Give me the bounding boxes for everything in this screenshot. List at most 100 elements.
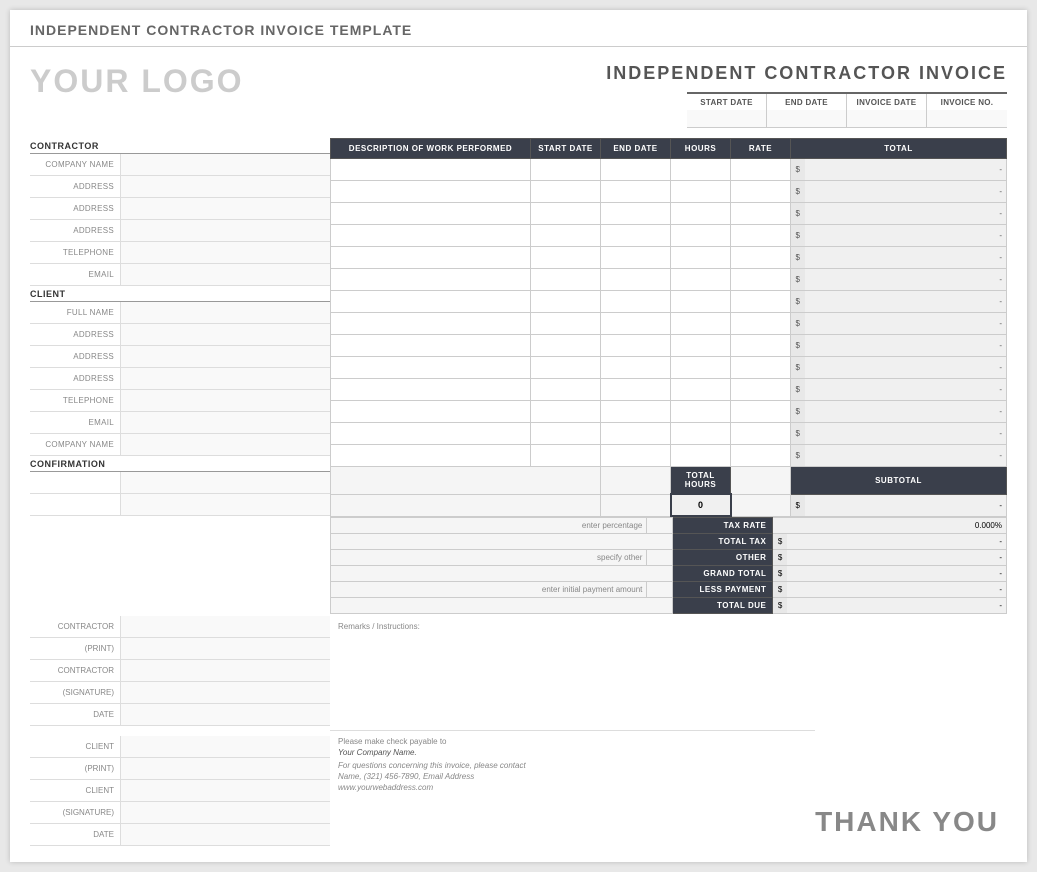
row-total-cell[interactable]: - [805, 203, 1007, 225]
desc-cell[interactable] [331, 445, 531, 467]
row-start-cell[interactable] [531, 401, 601, 423]
row-start-cell[interactable] [531, 225, 601, 247]
row-end-cell[interactable] [601, 225, 671, 247]
row-rate-cell[interactable] [731, 313, 791, 335]
conf-contractor-date-value[interactable] [120, 704, 330, 725]
conf-contractor-value[interactable] [120, 616, 330, 637]
conf-client-date-value[interactable] [120, 824, 330, 845]
row-rate-cell[interactable] [731, 291, 791, 313]
row-start-cell[interactable] [531, 379, 601, 401]
row-end-cell[interactable] [601, 247, 671, 269]
conf-contractor-sig-value[interactable] [120, 682, 330, 703]
desc-cell[interactable] [331, 247, 531, 269]
desc-cell[interactable] [331, 357, 531, 379]
client-telephone-input[interactable] [120, 390, 330, 411]
row-end-cell[interactable] [601, 357, 671, 379]
row-rate-cell[interactable] [731, 357, 791, 379]
desc-cell[interactable] [331, 401, 531, 423]
row-hours-cell[interactable] [671, 225, 731, 247]
row-hours-cell[interactable] [671, 291, 731, 313]
desc-cell[interactable] [331, 269, 531, 291]
row-rate-cell[interactable] [731, 181, 791, 203]
company-name-input[interactable] [120, 154, 330, 175]
client-email-input[interactable] [120, 412, 330, 433]
row-hours-cell[interactable] [671, 379, 731, 401]
desc-cell[interactable] [331, 225, 531, 247]
row-total-cell[interactable]: - [805, 181, 1007, 203]
client-company-input[interactable] [120, 434, 330, 455]
desc-cell[interactable] [331, 313, 531, 335]
row-end-cell[interactable] [601, 445, 671, 467]
row-rate-cell[interactable] [731, 203, 791, 225]
row-end-cell[interactable] [601, 335, 671, 357]
other-value[interactable]: - [787, 550, 1007, 566]
row-total-cell[interactable]: - [805, 225, 1007, 247]
client-fullname-input[interactable] [120, 302, 330, 323]
row-start-cell[interactable] [531, 203, 601, 225]
row-hours-cell[interactable] [671, 357, 731, 379]
address1-input[interactable] [120, 176, 330, 197]
invoice-no-value[interactable] [927, 110, 1007, 128]
desc-cell[interactable] [331, 159, 531, 181]
row-end-cell[interactable] [601, 159, 671, 181]
row-total-cell[interactable]: - [805, 379, 1007, 401]
conf-contractor-print-value[interactable] [120, 638, 330, 659]
row-total-cell[interactable]: - [805, 247, 1007, 269]
row-rate-cell[interactable] [731, 423, 791, 445]
row-start-cell[interactable] [531, 247, 601, 269]
row-hours-cell[interactable] [671, 335, 731, 357]
row-end-cell[interactable] [601, 181, 671, 203]
desc-cell[interactable] [331, 379, 531, 401]
email-input[interactable] [120, 264, 330, 285]
row-start-cell[interactable] [531, 181, 601, 203]
row-hours-cell[interactable] [671, 181, 731, 203]
client-address1-input[interactable] [120, 324, 330, 345]
conf-client2-value[interactable] [120, 780, 330, 801]
row-start-cell[interactable] [531, 445, 601, 467]
conf-client-print-value[interactable] [120, 758, 330, 779]
row-rate-cell[interactable] [731, 401, 791, 423]
row-rate-cell[interactable] [731, 445, 791, 467]
address3-input[interactable] [120, 220, 330, 241]
address2-input[interactable] [120, 198, 330, 219]
total-hours-value[interactable]: 0 [671, 494, 731, 516]
client-address2-input[interactable] [120, 346, 330, 367]
row-hours-cell[interactable] [671, 159, 731, 181]
row-hours-cell[interactable] [671, 203, 731, 225]
invoice-date-value[interactable] [847, 110, 927, 128]
row-total-cell[interactable]: - [805, 357, 1007, 379]
telephone-input[interactable] [120, 242, 330, 263]
tax-rate-value[interactable]: 0.000% [773, 518, 1007, 534]
row-hours-cell[interactable] [671, 313, 731, 335]
row-rate-cell[interactable] [731, 379, 791, 401]
row-end-cell[interactable] [601, 291, 671, 313]
row-total-cell[interactable]: - [805, 291, 1007, 313]
conf-contractor2-value[interactable] [120, 660, 330, 681]
row-end-cell[interactable] [601, 269, 671, 291]
row-total-cell[interactable]: - [805, 423, 1007, 445]
row-start-cell[interactable] [531, 313, 601, 335]
row-hours-cell[interactable] [671, 423, 731, 445]
row-start-cell[interactable] [531, 423, 601, 445]
conf-client-value[interactable] [120, 736, 330, 757]
subtotal-value[interactable]: - [805, 494, 1007, 516]
client-address3-input[interactable] [120, 368, 330, 389]
row-total-cell[interactable]: - [805, 401, 1007, 423]
start-date-value[interactable] [687, 110, 767, 128]
row-rate-cell[interactable] [731, 335, 791, 357]
row-start-cell[interactable] [531, 335, 601, 357]
row-total-cell[interactable]: - [805, 159, 1007, 181]
row-start-cell[interactable] [531, 291, 601, 313]
row-total-cell[interactable]: - [805, 313, 1007, 335]
row-rate-cell[interactable] [731, 269, 791, 291]
row-end-cell[interactable] [601, 313, 671, 335]
row-start-cell[interactable] [531, 357, 601, 379]
row-start-cell[interactable] [531, 159, 601, 181]
row-rate-cell[interactable] [731, 247, 791, 269]
row-end-cell[interactable] [601, 423, 671, 445]
row-end-cell[interactable] [601, 203, 671, 225]
desc-cell[interactable] [331, 181, 531, 203]
desc-cell[interactable] [331, 423, 531, 445]
conf-client-sig-value[interactable] [120, 802, 330, 823]
row-start-cell[interactable] [531, 269, 601, 291]
